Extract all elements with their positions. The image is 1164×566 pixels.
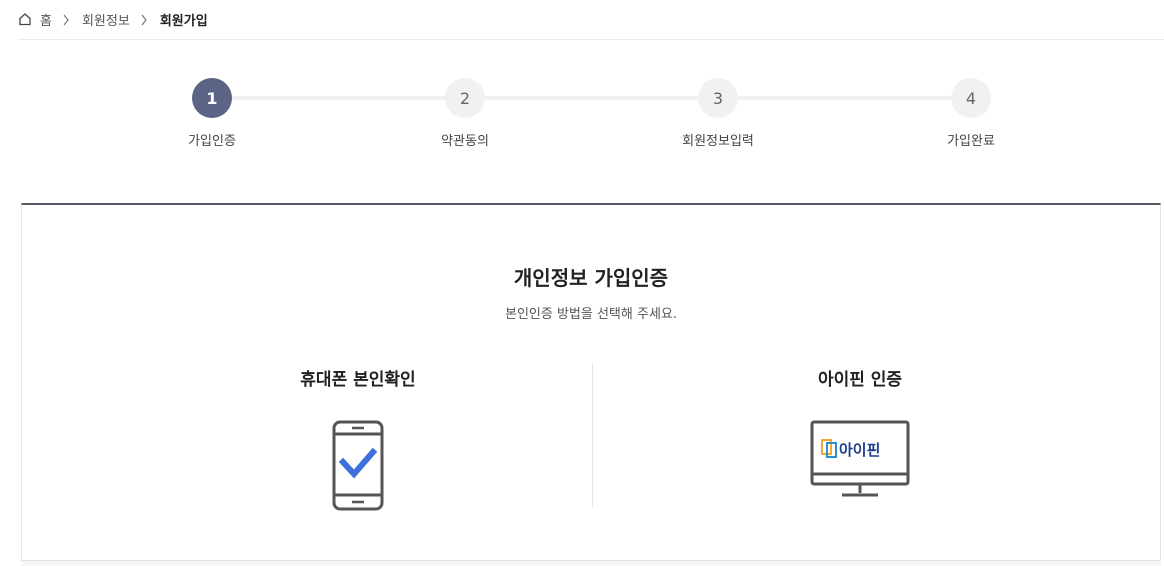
option-title: 아이핀 인증	[817, 370, 903, 390]
step-1: 1 가입인증	[152, 78, 272, 149]
chevron-right-icon	[62, 13, 72, 27]
breadcrumb: 홈 회원정보 회원가입	[18, 0, 1164, 40]
step-label: 약관동의	[441, 134, 489, 149]
step-label: 가입완료	[947, 134, 995, 149]
step-3: 3 회원정보입력	[658, 78, 778, 149]
phone-check-icon	[332, 420, 384, 511]
step-number: 3	[698, 78, 738, 118]
ipin-logo-text: 아이핀	[839, 441, 880, 459]
step-number: 1	[192, 78, 232, 118]
step-label: 가입인증	[188, 134, 236, 149]
ipin-verification-option[interactable]: 아이핀 인증 아이핀	[710, 365, 1010, 500]
ipin-monitor-icon: 아이핀	[810, 420, 910, 497]
panel-bottom-shadow	[21, 561, 1161, 566]
page-subtitle: 본인인증 방법을 선택해 주세요.	[504, 307, 677, 322]
verification-panel: 개인정보 가입인증 본인인증 방법을 선택해 주세요. 휴대폰 본인확인 아이핀…	[21, 203, 1161, 561]
breadcrumb-signup: 회원가입	[159, 14, 208, 29]
step-number: 4	[951, 78, 991, 118]
step-2: 2 약관동의	[405, 78, 525, 149]
step-label: 회원정보입력	[682, 134, 754, 149]
signup-steps: 1 가입인증 2 약관동의 3 회원정보입력 4 가입완료	[0, 78, 1164, 158]
steps-progress-line	[212, 96, 971, 100]
phone-verification-option[interactable]: 휴대폰 본인확인	[208, 365, 508, 512]
home-icon[interactable]	[18, 12, 34, 28]
step-number: 2	[445, 78, 485, 118]
breadcrumb-member-info[interactable]: 회원정보	[82, 10, 130, 29]
step-4: 4 가입완료	[911, 78, 1031, 149]
chevron-right-icon	[140, 13, 150, 27]
breadcrumb-home[interactable]: 홈	[40, 10, 52, 29]
options-divider	[592, 363, 593, 507]
option-title: 휴대폰 본인확인	[300, 370, 416, 390]
page-title: 개인정보 가입인증	[513, 266, 669, 290]
